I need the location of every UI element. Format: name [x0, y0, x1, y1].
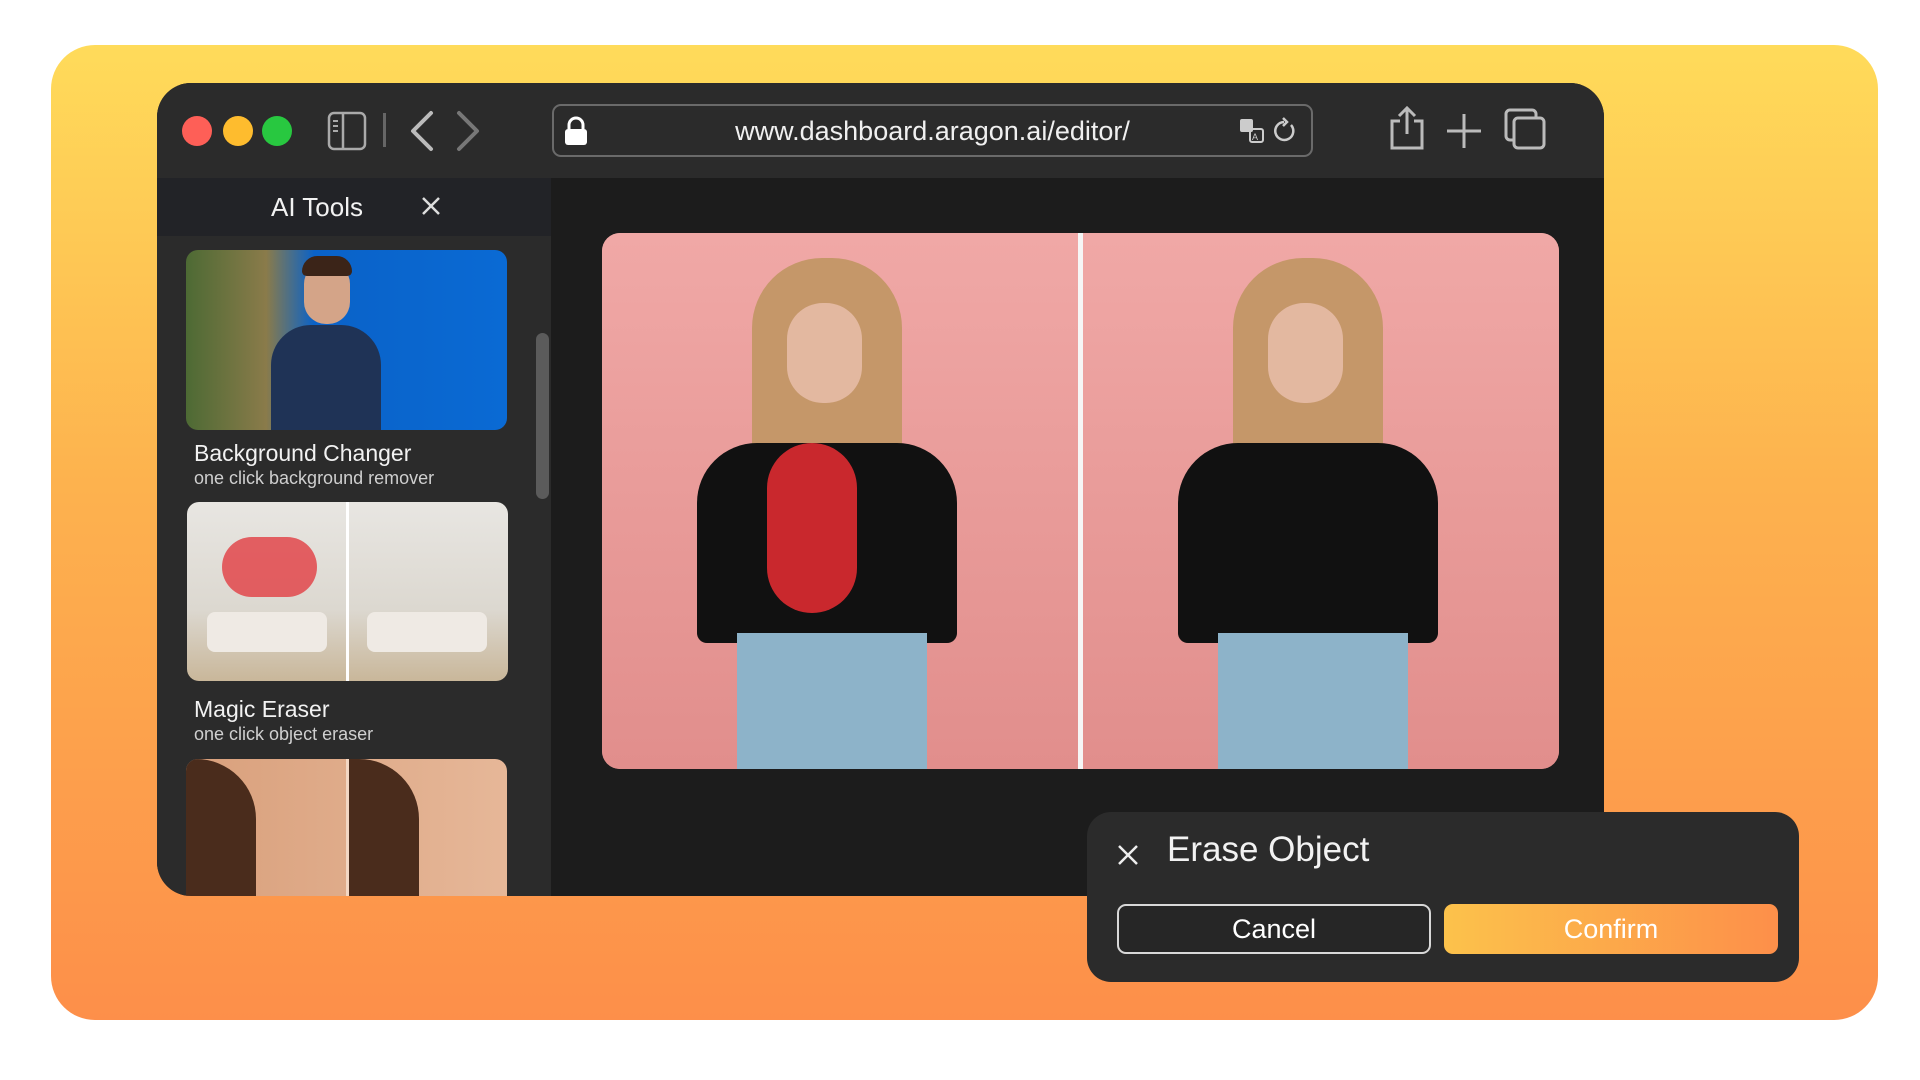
url-text: www.dashboard.aragon.ai/editor/ — [735, 116, 1130, 146]
browser-window: www.dashboard.aragon.ai/editor/ A AI Too… — [157, 83, 1604, 896]
tool-subtitle-magic-eraser: one click object eraser — [194, 724, 374, 744]
tabs-icon[interactable] — [1503, 107, 1547, 151]
before-image — [602, 233, 1081, 769]
minimize-window-button[interactable] — [223, 116, 253, 146]
forward-icon[interactable] — [453, 109, 483, 153]
new-tab-icon[interactable] — [1444, 111, 1484, 151]
skin-retouch-thumbnail[interactable] — [186, 759, 507, 896]
maximize-window-button[interactable] — [262, 116, 292, 146]
editor-canvas[interactable] — [602, 233, 1559, 769]
dialog-title: Erase Object — [1167, 830, 1370, 869]
reload-icon[interactable] — [1271, 117, 1297, 145]
tool-title-background-changer[interactable]: Background Changer — [194, 440, 411, 467]
address-bar[interactable]: www.dashboard.aragon.ai/editor/ A — [552, 104, 1313, 157]
translate-icon[interactable]: A — [1239, 118, 1265, 144]
share-icon[interactable] — [1388, 105, 1426, 151]
close-window-button[interactable] — [182, 116, 212, 146]
close-dialog-icon[interactable] — [1117, 844, 1139, 866]
tool-subtitle-background-changer: one click background remover — [194, 468, 435, 488]
close-sidebar-icon[interactable] — [421, 196, 441, 216]
after-image — [1083, 233, 1559, 769]
back-icon[interactable] — [407, 109, 437, 153]
toolbar-separator — [383, 113, 386, 147]
background-changer-thumbnail[interactable] — [186, 250, 507, 430]
confirm-button[interactable]: Confirm — [1444, 904, 1778, 954]
browser-toolbar: www.dashboard.aragon.ai/editor/ A — [157, 83, 1604, 178]
tool-title-magic-eraser[interactable]: Magic Eraser — [194, 696, 329, 723]
erase-object-dialog: Erase Object Cancel Confirm — [1087, 812, 1799, 982]
sidebar-icon[interactable] — [327, 111, 367, 151]
sidebar-scrollbar[interactable] — [536, 333, 549, 499]
sidebar-header: AI Tools — [157, 178, 551, 236]
svg-text:A: A — [1252, 132, 1258, 142]
magic-eraser-thumbnail[interactable] — [187, 502, 508, 681]
cancel-button[interactable]: Cancel — [1117, 904, 1431, 954]
ai-tools-sidebar: AI Tools Background Changer one click ba… — [157, 178, 551, 896]
compare-slider-handle[interactable] — [1078, 233, 1083, 769]
